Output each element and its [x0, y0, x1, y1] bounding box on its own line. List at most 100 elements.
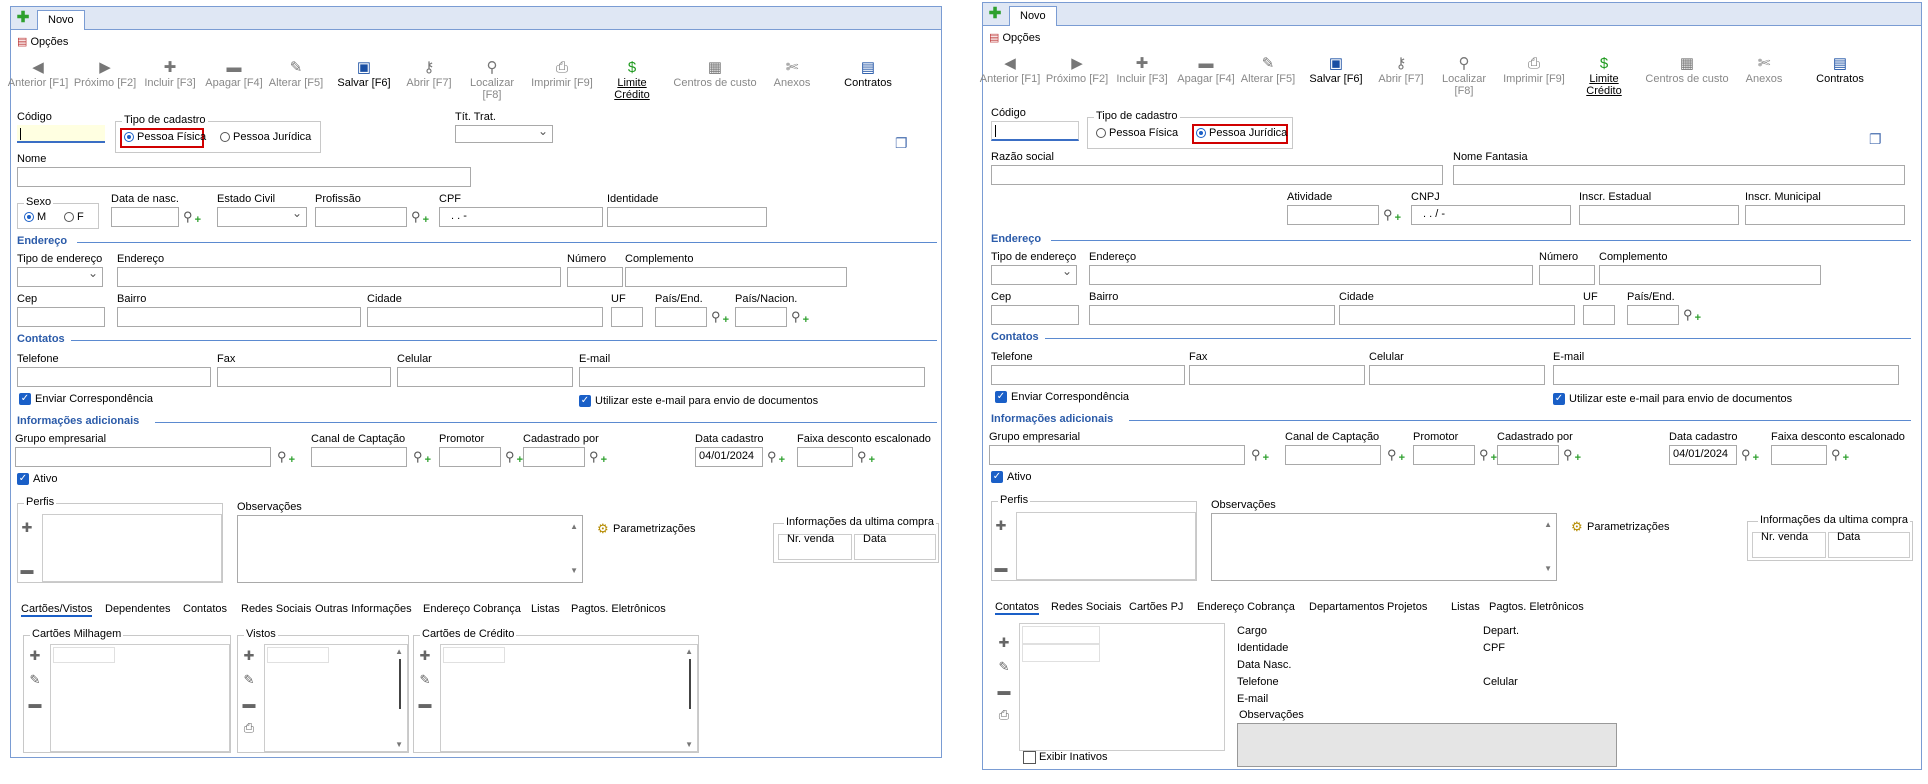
insc-estadual-input[interactable]: [1579, 205, 1739, 225]
subtab-0[interactable]: Contatos: [995, 601, 1040, 615]
toolbar-button-5[interactable]: ▣ Salvar [F6]: [1301, 55, 1371, 85]
uf-input[interactable]: [611, 307, 643, 327]
cep-input[interactable]: [17, 307, 105, 327]
subtab-2[interactable]: Cartões PJ: [1129, 601, 1183, 613]
pessoa-juridica-radio[interactable]: Pessoa Jurídica: [1196, 127, 1287, 139]
data-cadastro-lookup-icon[interactable]: ⚲: [1741, 447, 1759, 466]
enviar-correspondencia-checkbox[interactable]: ✓: [995, 391, 1007, 403]
promotor-lookup-icon[interactable]: ⚲: [505, 449, 523, 468]
edit-visto-icon[interactable]: ✎: [242, 672, 256, 688]
sexo-m-radio[interactable]: M: [24, 211, 46, 223]
toolbar-button-5[interactable]: ▣ Salvar [F6]: [329, 59, 399, 89]
vistos-list[interactable]: ▲ ▼: [264, 644, 408, 752]
endereco-input[interactable]: [1089, 265, 1533, 285]
email-input[interactable]: [1553, 365, 1899, 385]
bairro-input[interactable]: [117, 307, 361, 327]
toolbar-button-7[interactable]: ⚲ Localizar [F8]: [1431, 55, 1497, 97]
nome-fantasia-input[interactable]: [1453, 165, 1905, 185]
atividade-lookup-icon[interactable]: ⚲: [1383, 207, 1401, 226]
edit-credito-icon[interactable]: ✎: [418, 672, 432, 688]
pais-end-lookup-icon[interactable]: ⚲: [1683, 307, 1701, 326]
atividade-input[interactable]: [1287, 205, 1379, 225]
canal-captacao-input[interactable]: [311, 447, 407, 467]
faixa-desconto-input[interactable]: [797, 447, 853, 467]
scroll-up-icon[interactable]: ▲: [685, 647, 693, 656]
edit-milhagem-icon[interactable]: ✎: [28, 672, 42, 688]
toolbar-button-8[interactable]: ⎙ Imprimir [F9]: [527, 59, 597, 89]
add-contato-icon[interactable]: ✚: [997, 635, 1011, 651]
data-nasc-input[interactable]: [111, 207, 179, 227]
observacoes-textarea[interactable]: ▲ ▼: [237, 515, 583, 583]
tipo-endereco-select[interactable]: [991, 264, 1077, 285]
insc-municipal-input[interactable]: [1745, 205, 1905, 225]
cadastrado-lookup-icon[interactable]: ⚲: [589, 449, 607, 468]
ativo-checkbox[interactable]: ✓: [17, 473, 29, 485]
tab-novo[interactable]: Novo: [37, 10, 85, 30]
grupo-lookup-icon[interactable]: ⚲: [277, 449, 295, 468]
new-tab-plus-icon[interactable]: ✚: [987, 6, 1003, 22]
tipo-endereco-select[interactable]: [17, 266, 103, 287]
scrollbar-thumb[interactable]: [689, 659, 691, 709]
scroll-down-icon[interactable]: ▼: [685, 740, 693, 749]
milhagem-list[interactable]: [50, 644, 230, 752]
faixa-lookup-icon[interactable]: ⚲: [857, 449, 875, 468]
toolbar-button-1[interactable]: ▶ Próximo [F2]: [71, 59, 139, 89]
toolbar-button-2[interactable]: ✚ Incluir [F3]: [139, 59, 201, 89]
parametrizacoes-link[interactable]: Parametrizações: [613, 523, 696, 535]
toolbar-button-8[interactable]: ⎙ Imprimir [F9]: [1499, 55, 1569, 85]
subtab-2[interactable]: Contatos: [183, 603, 227, 615]
subtab-4[interactable]: Outras Informações: [315, 603, 412, 615]
toolbar-button-11[interactable]: ✄ Anexos: [1739, 55, 1789, 85]
subtab-6[interactable]: Listas: [1451, 601, 1480, 613]
cadastrado-por-input[interactable]: [523, 447, 585, 467]
cnpj-input[interactable]: . . / -: [1411, 205, 1571, 225]
toolbar-button-1[interactable]: ▶ Próximo [F2]: [1043, 55, 1111, 85]
numero-input[interactable]: [1539, 265, 1595, 285]
subtab-5[interactable]: Projetos: [1387, 601, 1427, 613]
toolbar-button-9[interactable]: $ Limite Crédito: [599, 59, 665, 101]
exibir-inativos-checkbox[interactable]: [1023, 751, 1036, 764]
subtab-7[interactable]: Pagtos. Eletrônicos: [571, 603, 666, 615]
data-cadastro-input[interactable]: 04/01/2024: [695, 447, 763, 467]
subtab-1[interactable]: Redes Sociais: [1051, 601, 1121, 613]
cadastrado-lookup-icon[interactable]: ⚲: [1563, 447, 1581, 466]
subtab-3[interactable]: Redes Sociais: [241, 603, 311, 615]
bairro-input[interactable]: [1089, 305, 1335, 325]
complemento-input[interactable]: [1599, 265, 1821, 285]
pais-end-input[interactable]: [1627, 305, 1679, 325]
toolbar-button-6[interactable]: ⚷ Abrir [F7]: [1373, 55, 1429, 85]
add-perfil-icon[interactable]: ✚: [994, 518, 1008, 534]
subtab-7[interactable]: Pagtos. Eletrônicos: [1489, 601, 1584, 613]
pessoa-fisica-radio[interactable]: Pessoa Física: [1096, 127, 1178, 139]
complemento-input[interactable]: [625, 267, 847, 287]
contatos-list[interactable]: [1019, 623, 1225, 751]
identidade-input[interactable]: [607, 207, 767, 227]
scroll-up-icon[interactable]: ▲: [1544, 518, 1552, 532]
grupo-lookup-icon[interactable]: ⚲: [1251, 447, 1269, 466]
uf-input[interactable]: [1583, 305, 1615, 325]
parametrizacoes-link[interactable]: Parametrizações: [1587, 521, 1670, 533]
subtab-4[interactable]: Departamentos: [1309, 601, 1384, 613]
fax-input[interactable]: [1189, 365, 1365, 385]
scroll-up-icon[interactable]: ▲: [570, 520, 578, 534]
perfis-list[interactable]: [42, 514, 222, 582]
toolbar-button-10[interactable]: ▦ Centros de custo: [1639, 55, 1735, 85]
data-cadastro-input[interactable]: 04/01/2024: [1669, 445, 1737, 465]
enviar-correspondencia-checkbox[interactable]: ✓: [19, 393, 31, 405]
toolbar-button-3[interactable]: ▬ Apagar [F4]: [1175, 55, 1237, 85]
tab-novo[interactable]: Novo: [1009, 6, 1057, 26]
subtab-0[interactable]: Cartões/Vistos: [21, 603, 93, 617]
remove-perfil-icon[interactable]: ▬: [20, 562, 34, 577]
toolbar-button-2[interactable]: ✚ Incluir [F3]: [1111, 55, 1173, 85]
endereco-input[interactable]: [117, 267, 561, 287]
add-perfil-icon[interactable]: ✚: [20, 520, 34, 536]
email-input[interactable]: [579, 367, 925, 387]
observacoes-textarea[interactable]: ▲ ▼: [1211, 513, 1557, 581]
pais-nacion-input[interactable]: [735, 307, 787, 327]
telefone-input[interactable]: [991, 365, 1185, 385]
profissao-lookup-icon[interactable]: ⚲: [411, 209, 429, 228]
cep-input[interactable]: [991, 305, 1079, 325]
add-milhagem-icon[interactable]: ✚: [28, 648, 42, 664]
toolbar-button-0[interactable]: ◀ Anterior [F1]: [7, 59, 69, 89]
toolbar-button-4[interactable]: ✎ Alterar [F5]: [265, 59, 327, 89]
